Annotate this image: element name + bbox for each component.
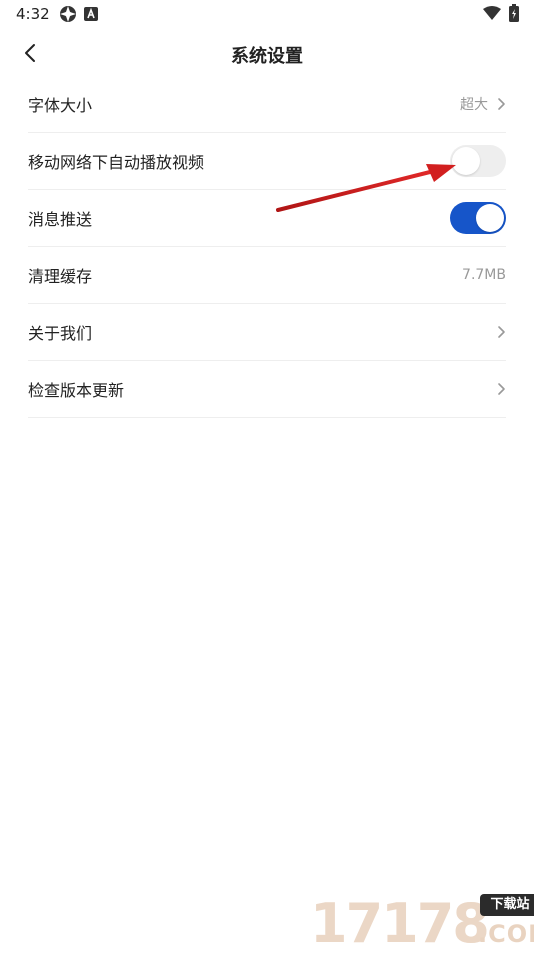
setting-label: 检查版本更新 [28, 381, 125, 400]
setting-right [496, 361, 506, 417]
setting-right [496, 304, 506, 360]
watermark-number: 17178 [310, 892, 490, 955]
chevron-right-icon [498, 98, 505, 110]
font-size-value: 超大 [460, 97, 488, 113]
watermark-logo: 17178 下载站 .COM [310, 890, 534, 955]
setting-font-size[interactable]: 字体大小 超大 [28, 76, 506, 133]
chevron-right-icon [498, 326, 505, 338]
setting-about-us[interactable]: 关于我们 [28, 304, 506, 361]
wifi-icon [483, 5, 501, 25]
setting-label: 关于我们 [28, 324, 93, 343]
setting-label: 移动网络下自动播放视频 [28, 153, 205, 172]
cache-size-value: 7.7MB [462, 267, 506, 283]
app-header: 系统设置 [0, 28, 534, 80]
toggle-knob [476, 204, 504, 232]
setting-label: 消息推送 [28, 210, 93, 229]
setting-label: 清理缓存 [28, 267, 93, 286]
setting-push-notifications: 消息推送 [28, 190, 506, 247]
watermark-badge: 下载站 [480, 894, 534, 916]
vpn-icon [58, 4, 78, 28]
setting-right [450, 133, 506, 189]
setting-check-update[interactable]: 检查版本更新 [28, 361, 506, 418]
setting-clear-cache[interactable]: 清理缓存 7.7MB [28, 247, 506, 304]
push-toggle[interactable] [450, 202, 506, 234]
chevron-right-icon [498, 383, 505, 395]
setting-right: 超大 [460, 76, 506, 132]
settings-list: 字体大小 超大 移动网络下自动播放视频 消息推送 清理缓存 7.7MB 关于我们… [28, 76, 506, 418]
setting-right [450, 190, 506, 246]
status-bar: 4:32 [0, 0, 534, 28]
a-icon [84, 6, 98, 25]
page-title: 系统设置 [231, 46, 303, 67]
battery-icon [509, 4, 519, 26]
setting-autoplay-video: 移动网络下自动播放视频 [28, 133, 506, 190]
watermark-suffix: .COM [478, 920, 534, 948]
setting-right: 7.7MB [462, 247, 506, 303]
toggle-knob [452, 147, 480, 175]
setting-label: 字体大小 [28, 96, 93, 115]
status-time: 4:32 [16, 5, 50, 23]
autoplay-toggle[interactable] [450, 145, 506, 177]
